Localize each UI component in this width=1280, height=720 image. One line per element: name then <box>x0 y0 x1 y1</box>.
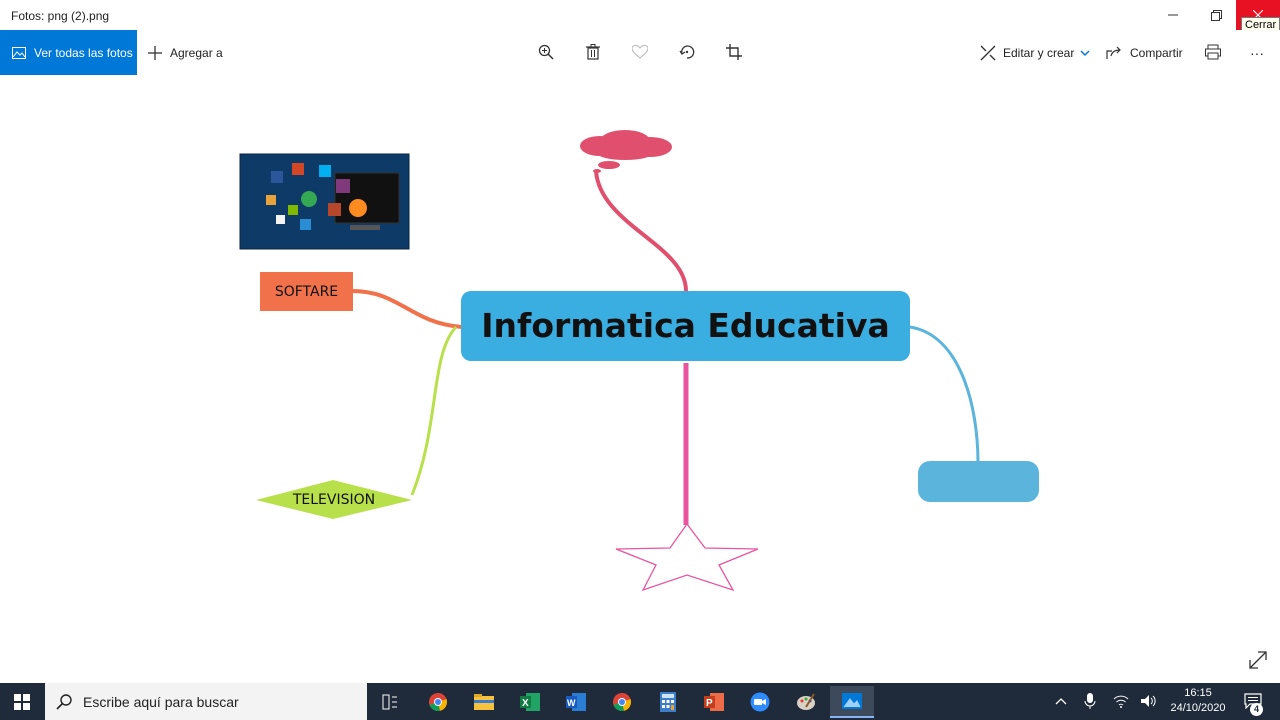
zoom-in-icon <box>538 44 554 60</box>
print-button[interactable] <box>1202 41 1224 63</box>
edit-icon <box>980 45 996 60</box>
zoom-icon <box>750 692 770 712</box>
search-icon <box>56 694 72 715</box>
clock-date: 24/10/2020 <box>1170 702 1226 714</box>
window-title: Fotos: png (2).png <box>11 9 110 23</box>
edit-create-button[interactable]: Editar y crear <box>980 30 1090 75</box>
svg-text:P: P <box>706 698 713 709</box>
share-button[interactable]: Compartir <box>1106 30 1183 75</box>
taskbar-word[interactable]: W <box>556 686 596 718</box>
taskbar-excel[interactable]: X <box>510 686 550 718</box>
taskbar-clock[interactable]: 16:15 24/10/2020 <box>1170 686 1226 716</box>
connector-software <box>351 289 463 329</box>
crop-button[interactable] <box>723 41 745 63</box>
photo-viewer-canvas: SOFTARE Informatica Educativa TELEVISION <box>0 75 1280 683</box>
microphone-button[interactable] <box>1079 690 1101 712</box>
excel-icon: X <box>520 693 540 711</box>
add-to-button[interactable]: Agregar a <box>148 30 223 75</box>
title-bar: Fotos: png (2).png <box>0 0 1280 30</box>
taskbar-paint[interactable] <box>786 686 826 718</box>
paint-palette-icon <box>797 693 815 710</box>
taskbar-file-explorer[interactable] <box>464 686 504 718</box>
more-icon: ··· <box>1250 44 1264 61</box>
volume-button[interactable] <box>1138 690 1160 712</box>
photos-icon <box>842 693 862 709</box>
plus-icon <box>148 45 162 60</box>
photo-icon <box>12 46 26 59</box>
svg-text:W: W <box>567 698 576 708</box>
folder-icon <box>474 694 494 710</box>
rotate-button[interactable] <box>676 41 698 63</box>
connector-cloud <box>594 170 688 292</box>
delete-button[interactable] <box>582 41 604 63</box>
task-view-icon <box>382 694 397 710</box>
notification-badge: 4 <box>1250 703 1263 716</box>
svg-text:X: X <box>522 698 529 709</box>
favorite-button[interactable] <box>629 41 651 63</box>
software-node-label: SOFTARE <box>274 284 339 300</box>
central-topic-label: Informatica Educativa <box>481 306 890 345</box>
network-button[interactable] <box>1110 690 1132 712</box>
zoom-button[interactable] <box>535 41 557 63</box>
taskbar-photos[interactable] <box>830 686 874 718</box>
star-node-shape <box>615 522 759 592</box>
start-button[interactable] <box>2 686 42 718</box>
expand-icon <box>1249 651 1267 669</box>
show-hidden-icons-button[interactable] <box>1050 690 1072 712</box>
chevron-up-icon <box>1055 698 1067 705</box>
restore-button[interactable] <box>1193 0 1239 30</box>
cloud-node <box>580 130 672 173</box>
restore-icon <box>1210 9 1222 21</box>
all-photos-button[interactable]: Ver todas las fotos <box>0 30 137 75</box>
taskbar-zoom[interactable] <box>740 686 780 718</box>
printer-icon <box>1205 44 1221 60</box>
wifi-icon <box>1113 695 1129 708</box>
search-placeholder: Escribe aquí para buscar <box>83 693 239 710</box>
powerpoint-icon: P <box>704 693 724 711</box>
share-icon <box>1106 46 1121 59</box>
crop-icon <box>726 44 742 60</box>
minimize-button[interactable] <box>1150 0 1196 30</box>
share-label: Compartir <box>1130 45 1183 60</box>
chevron-down-icon <box>1080 49 1090 56</box>
clock-time: 16:15 <box>1184 687 1212 699</box>
word-icon: W <box>566 693 586 711</box>
taskbar-chrome-2[interactable] <box>602 686 642 718</box>
calculator-icon <box>660 692 676 712</box>
taskbar-powerpoint[interactable]: P <box>694 686 734 718</box>
speaker-icon <box>1141 695 1156 707</box>
taskbar-calculator[interactable] <box>648 686 688 718</box>
all-photos-label: Ver todas las fotos <box>34 45 133 60</box>
blue-node-shape <box>918 461 1039 502</box>
more-button[interactable]: ··· <box>1250 30 1264 75</box>
add-to-label: Agregar a <box>170 45 223 60</box>
rotate-icon <box>679 45 695 59</box>
windows-icon <box>14 694 30 710</box>
minimize-icon <box>1168 14 1178 16</box>
heart-icon <box>632 45 648 59</box>
connector-blue-node <box>909 325 980 464</box>
microphone-icon <box>1084 693 1096 709</box>
edit-create-label: Editar y crear <box>1003 45 1075 60</box>
taskbar-search[interactable]: Escribe aquí para buscar <box>45 683 367 720</box>
television-node-label: TELEVISION <box>292 492 376 508</box>
connector-television <box>410 325 458 496</box>
trash-icon <box>586 44 600 60</box>
taskbar-chrome[interactable] <box>418 686 458 718</box>
mindmap-image <box>239 130 1267 669</box>
chrome-icon <box>429 693 448 712</box>
apps-monitor-image <box>239 153 410 250</box>
taskbar-task-view[interactable] <box>370 686 410 718</box>
chrome-icon <box>613 693 632 712</box>
